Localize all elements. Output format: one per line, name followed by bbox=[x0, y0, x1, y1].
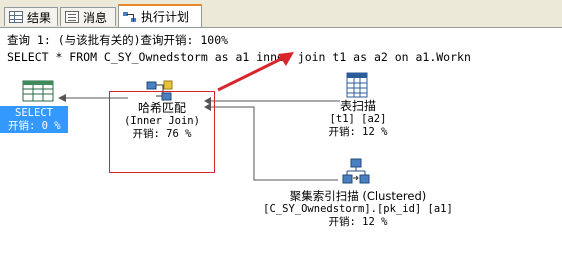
select-node-icon[interactable] bbox=[22, 80, 54, 102]
results-tab-strip: 结果 消息 执行计划 bbox=[0, 0, 562, 28]
table-scan-cost: 开销: 12 % bbox=[328, 126, 388, 138]
tab-messages[interactable]: 消息 bbox=[60, 7, 116, 26]
annotation-highlight-box bbox=[109, 91, 215, 173]
query-cost-header: 查询 1: (与该批有关的)查询开销: 100% bbox=[7, 33, 229, 47]
table-scan-title: 表扫描 bbox=[339, 99, 376, 113]
clustered-index-scan-node[interactable]: 聚集索引扫描 (Clustered) [C_SY_Ownedstorm].[pk… bbox=[258, 190, 458, 229]
connector-arrowhead bbox=[58, 94, 66, 102]
select-node-title: SELECT bbox=[15, 107, 53, 119]
tab-results[interactable]: 结果 bbox=[4, 7, 58, 26]
execution-plan-icon bbox=[123, 11, 137, 23]
tab-messages-label: 消息 bbox=[83, 10, 108, 25]
clustered-index-scan-title: 聚集索引扫描 (Clustered) bbox=[289, 189, 427, 203]
select-node-label[interactable]: SELECT 开销: 0 % bbox=[0, 106, 68, 133]
query-sql-text: SELECT * FROM C_SY_Ownedstorm as a1 inne… bbox=[7, 50, 471, 64]
tab-execution-plan[interactable]: 执行计划 bbox=[118, 4, 202, 27]
tab-execution-plan-label: 执行计划 bbox=[141, 10, 190, 24]
table-scan-icon[interactable] bbox=[346, 72, 368, 98]
clustered-index-scan-cost: 开销: 12 % bbox=[328, 216, 388, 228]
tab-results-label: 结果 bbox=[27, 10, 52, 25]
clustered-index-scan-icon[interactable] bbox=[342, 158, 370, 186]
messages-icon bbox=[65, 11, 79, 23]
select-node-cost: 开销: 0 % bbox=[8, 120, 61, 132]
results-grid-icon bbox=[9, 11, 23, 23]
clustered-index-scan-subtitle: [C_SY_Ownedstorm].[pk_id] [a1] bbox=[263, 203, 453, 215]
table-scan-node[interactable]: 表扫描 [t1] [a2] 开销: 12 % bbox=[310, 100, 406, 139]
table-scan-subtitle: [t1] [a2] bbox=[329, 113, 387, 125]
